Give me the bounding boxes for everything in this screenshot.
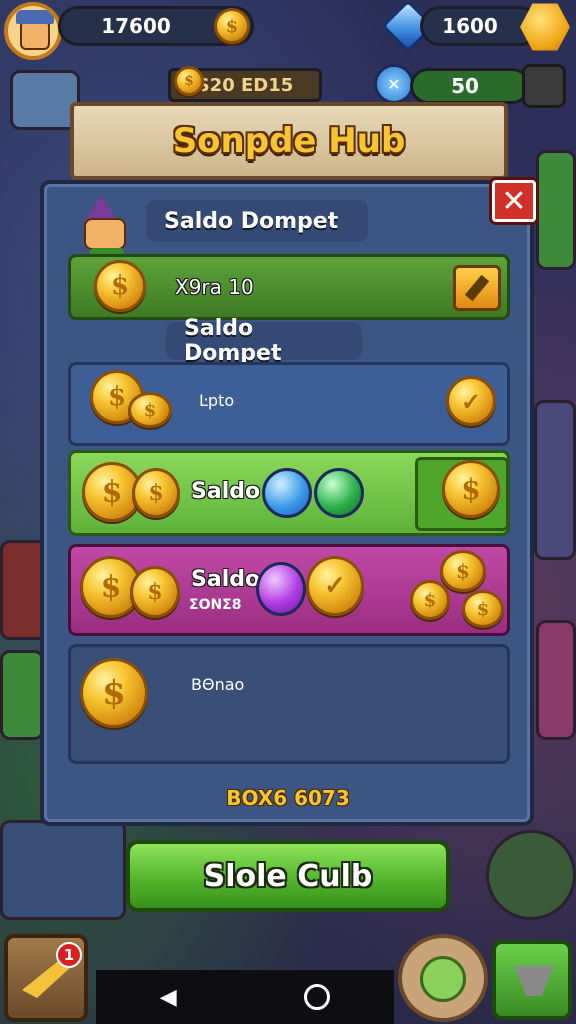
background-tile — [0, 820, 126, 920]
green-row-coin-icon: $ — [94, 260, 146, 312]
row-2-coin-icon: $ — [132, 468, 180, 518]
row-2-action-coin-icon: $ — [442, 460, 500, 518]
background-tile — [534, 400, 576, 560]
row-1-coin-icon: $ — [128, 392, 172, 428]
right-corner-button[interactable] — [492, 940, 572, 1020]
edit-button[interactable] — [453, 265, 501, 311]
stat-coin-icon: $ — [174, 66, 204, 96]
green-row-text: X9ra 10 — [175, 275, 254, 299]
energy-icon: ✕ — [374, 64, 414, 104]
notification-badge: 1 — [56, 942, 82, 968]
green-gem-icon — [314, 468, 364, 518]
close-icon: ✕ — [501, 183, 527, 219]
energy-counter: 50 — [410, 68, 530, 104]
primary-action-label: Slole Culb — [203, 858, 373, 894]
home-icon[interactable] — [304, 984, 331, 1010]
player-hat-icon — [16, 10, 54, 24]
coin-pile-icon: $ — [462, 590, 504, 628]
row-3-coin-icon: ✓ — [306, 556, 364, 616]
player-avatar[interactable] — [4, 2, 62, 60]
background-tile — [486, 830, 576, 920]
row-4-text: BΘnao — [191, 675, 245, 694]
close-button[interactable]: ✕ — [492, 180, 536, 222]
wallet-header-label: Saldo Dompet — [146, 200, 368, 242]
background-tile — [0, 650, 44, 740]
row-3-subtitle: ΣΟΝΣ8 — [189, 597, 242, 613]
coin-pile-icon: $ — [410, 580, 450, 620]
panel-footer-text: BOX6 6073 — [226, 786, 350, 810]
blue-gem-icon — [262, 468, 312, 518]
right-avatar-button[interactable] — [398, 934, 488, 1022]
system-navbar: ◀ — [96, 970, 394, 1024]
back-icon[interactable]: ◀ — [160, 985, 177, 1010]
coin-icon: $ — [214, 8, 250, 44]
coin-pile-icon: $ — [440, 550, 486, 592]
background-tile — [536, 150, 576, 270]
shop-bag-icon[interactable] — [522, 64, 566, 108]
row-2-text: Saldo — [191, 479, 261, 504]
page-title: Sonpde Hub — [172, 121, 406, 161]
anvil-icon — [514, 966, 554, 996]
title-board: Sonpde Hub — [70, 102, 508, 180]
coin-counter-value: 17600 — [101, 14, 171, 38]
row-1-action-coin-icon[interactable]: ✓ — [446, 376, 496, 426]
wallet-sub-label: Saldo Dompet — [166, 316, 362, 366]
primary-action-button[interactable]: Slole Culb — [126, 840, 450, 912]
row-1-text: Ŀpto — [199, 391, 235, 410]
row-3-coin-icon: $ — [130, 566, 180, 618]
background-tile — [536, 620, 576, 740]
row-4-coin-icon: $ — [80, 658, 148, 728]
pencil-icon — [464, 274, 490, 302]
player-face-icon — [20, 20, 50, 50]
row-3-title: Saldo — [191, 567, 261, 592]
purple-gem-icon — [256, 562, 306, 616]
character-face-icon — [420, 956, 466, 1002]
gem-counter-value: 1600 — [442, 14, 498, 38]
